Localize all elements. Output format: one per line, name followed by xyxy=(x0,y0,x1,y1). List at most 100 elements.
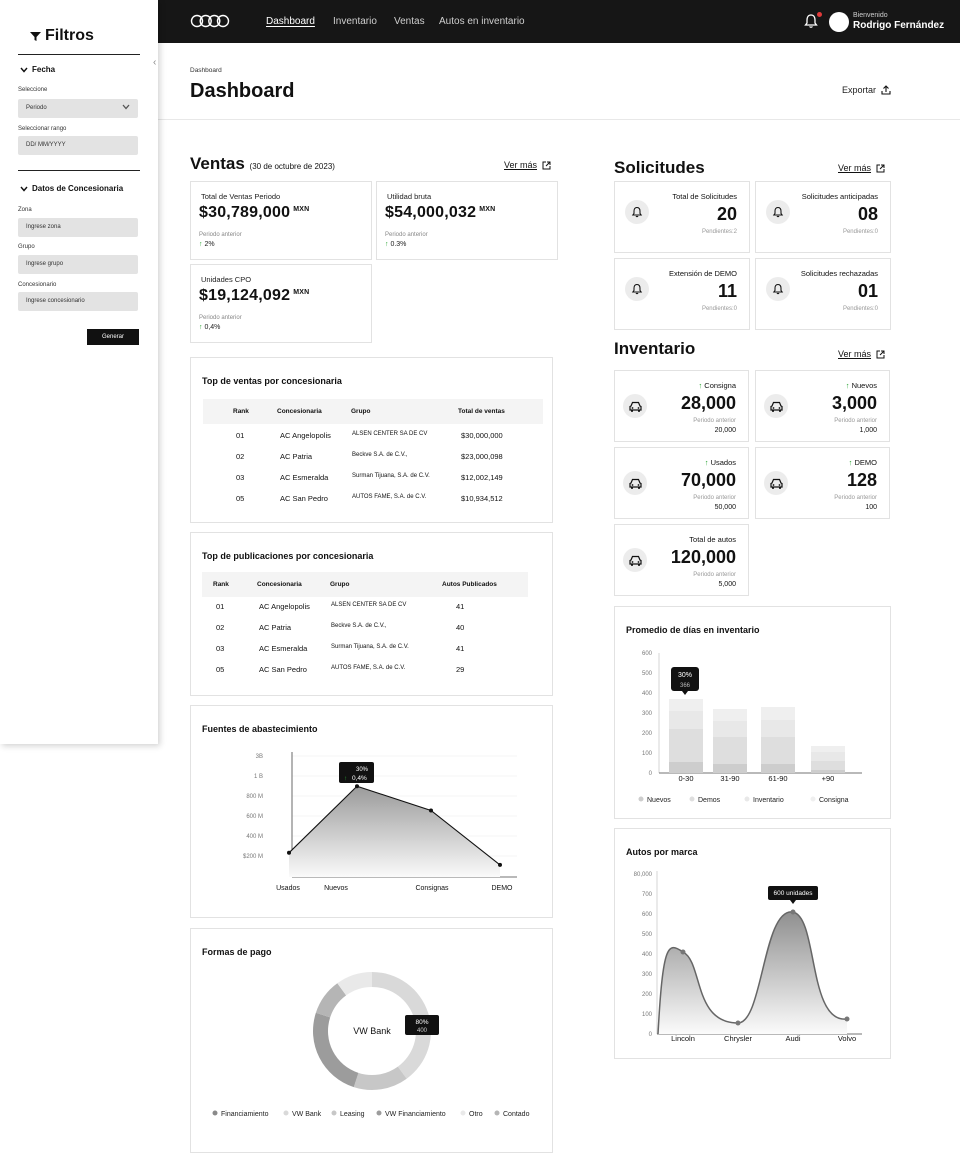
concesionario-input[interactable]: Ingrese concesionario xyxy=(18,292,138,311)
grupo-input[interactable]: Ingrese grupo xyxy=(18,255,138,274)
inventario-value: 3,000 xyxy=(831,393,877,413)
tooltip-value: 600 unidades xyxy=(773,890,813,897)
area-fill xyxy=(289,786,500,877)
solicitud-card[interactable]: Solicitudes anticipadas 08 Pendientes:0 xyxy=(755,181,891,253)
bar-segment[interactable] xyxy=(713,737,747,764)
nav-autos-inventario[interactable]: Autos en inventario xyxy=(439,16,525,27)
ventas-heading: Ventas (30 de octubre de 2023) xyxy=(190,154,335,174)
bar-segment[interactable] xyxy=(713,764,747,773)
table-cell: AUTOS FAME, S.A. de C.V. xyxy=(331,665,406,671)
kpi-card-ventas[interactable]: Total de Ventas Periodo $30,789,000 MXN P… xyxy=(190,181,372,260)
chart-tooltip: 600 unidades xyxy=(768,886,818,904)
legend-label[interactable]: Nuevos xyxy=(647,797,671,804)
solicitud-pending: Pendientes:0 xyxy=(701,306,737,312)
bar-segment[interactable] xyxy=(811,752,845,761)
inventario-card[interactable]: ↑ Nuevos 3,000 Periodo anterior 1,000 xyxy=(755,370,890,442)
user-name[interactable]: Rodrigo Fernández xyxy=(853,20,944,31)
kpi-card-utilidad[interactable]: Utilidad bruta $54,000,032 MXN Periodo an… xyxy=(376,181,558,260)
bar-segment[interactable] xyxy=(811,770,845,773)
legend-label[interactable]: Financiamiento xyxy=(221,1111,269,1118)
avatar[interactable] xyxy=(829,12,849,32)
legend-label[interactable]: Contado xyxy=(503,1111,530,1118)
chevron-down-icon xyxy=(20,67,28,73)
col-rank[interactable]: Rank xyxy=(213,581,229,588)
col-concesionaria[interactable]: Concesionaria xyxy=(277,408,322,415)
col-total-ventas[interactable]: Total de ventas xyxy=(458,408,505,415)
solicitud-card[interactable]: Total de Solicitudes 20 Pendientes:2 xyxy=(614,181,750,253)
kpi-value: $19,124,092 MXN xyxy=(199,287,310,304)
solicitudes-ver-mas-link[interactable]: Ver más xyxy=(838,163,885,173)
bar-segment[interactable] xyxy=(761,737,795,764)
periodo-select[interactable]: Periodo xyxy=(18,99,138,118)
ventas-ver-mas-link[interactable]: Ver más xyxy=(504,160,551,170)
bar-segment[interactable] xyxy=(713,709,747,721)
bar-segment[interactable] xyxy=(761,707,795,720)
inventario-card[interactable]: ↑ Usados 70,000 Periodo anterior 50,000 xyxy=(614,447,749,519)
brand-logo[interactable] xyxy=(190,14,230,28)
bar-segment[interactable] xyxy=(669,762,703,773)
legend-label[interactable]: Otro xyxy=(469,1111,483,1118)
solicitud-card[interactable]: Extensión de DEMO 11 Pendientes:0 xyxy=(614,258,750,330)
grupo-label: Grupo xyxy=(18,244,35,250)
date-range-placeholder: DD/ MM/YYYY xyxy=(26,142,66,148)
bar-segment[interactable] xyxy=(811,761,845,770)
inventario-value: 120,000 xyxy=(670,547,736,567)
x-tick-label: Usados xyxy=(276,885,300,892)
legend-label[interactable]: VW Financiamiento xyxy=(385,1111,446,1118)
data-point[interactable] xyxy=(355,784,359,789)
legend-label[interactable]: Demos xyxy=(698,797,721,804)
bar-segment[interactable] xyxy=(761,764,795,773)
collapse-chevron-icon[interactable]: ‹ xyxy=(153,57,156,68)
promedio-dias-chart: 01002003004005006000-30 31-90 61-90 +9030%3… xyxy=(638,651,862,804)
col-concesionaria[interactable]: Concesionaria xyxy=(257,581,302,588)
nav-dashboard[interactable]: Dashboard xyxy=(266,16,315,27)
nav-ventas[interactable]: Ventas xyxy=(394,16,425,27)
pie-slice[interactable] xyxy=(353,1066,407,1090)
inventario-card[interactable]: Total de autos 120,000 Periodo anterior 5,0… xyxy=(614,524,749,596)
legend-label[interactable]: Leasing xyxy=(340,1111,365,1118)
nav-inventario[interactable]: Inventario xyxy=(333,16,377,27)
fecha-section-toggle[interactable]: Fecha xyxy=(20,65,55,74)
generate-button[interactable]: Generar xyxy=(87,329,139,345)
bar-segment[interactable] xyxy=(811,746,845,752)
inventario-card[interactable]: ↑ DEMO 128 Periodo anterior 100 xyxy=(755,447,890,519)
solicitud-card[interactable]: Solicitudes rechazadas 01 Pendientes:0 xyxy=(755,258,891,330)
data-point[interactable] xyxy=(498,862,502,867)
zona-input[interactable]: Ingrese zona xyxy=(18,218,138,237)
concesionaria-section-toggle[interactable]: Datos de Concesionaria xyxy=(20,184,123,193)
inventario-label-text: DEMO xyxy=(854,458,878,467)
inventario-card[interactable]: ↑ Consigna 28,000 Periodo anterior 20,000 xyxy=(614,370,749,442)
bar-segment[interactable] xyxy=(713,721,747,737)
bar-segment[interactable] xyxy=(669,729,703,762)
bar-segment[interactable] xyxy=(669,711,703,729)
export-button[interactable]: Exportar xyxy=(842,85,891,95)
inventario-label-text: Nuevos xyxy=(851,381,877,390)
pie-slice[interactable] xyxy=(313,1012,359,1088)
area-fill xyxy=(658,911,847,1034)
legend-swatch xyxy=(744,796,750,802)
col-grupo[interactable]: Grupo xyxy=(330,581,350,588)
data-point[interactable] xyxy=(680,949,686,955)
table-cell: Beckve S.A. de C.V., xyxy=(331,623,387,629)
data-point[interactable] xyxy=(429,808,433,813)
col-grupo[interactable]: Grupo xyxy=(351,408,371,415)
date-range-input[interactable]: DD/ MM/YYYY xyxy=(18,136,138,155)
col-rank[interactable]: Rank xyxy=(233,408,249,415)
bar-segment[interactable] xyxy=(761,720,795,737)
data-point[interactable] xyxy=(790,909,796,915)
data-point[interactable] xyxy=(287,850,291,855)
data-point[interactable] xyxy=(844,1016,850,1022)
legend-label[interactable]: Inventario xyxy=(753,797,784,804)
bar-segment[interactable] xyxy=(669,699,703,711)
table-cell: AC Angelopolis xyxy=(259,602,310,611)
inventario-ver-mas-link[interactable]: Ver más xyxy=(838,349,885,359)
breadcrumb[interactable]: Dashboard xyxy=(190,67,222,74)
legend-label[interactable]: VW Bank xyxy=(292,1111,322,1118)
col-autos-publicados[interactable]: Autos Publicados xyxy=(442,581,497,588)
legend-label[interactable]: Consigna xyxy=(819,797,849,804)
inventario-value: 70,000 xyxy=(680,470,736,490)
kpi-card-cpo[interactable]: Unidades CPO $19,124,092 MXN Periodo ante… xyxy=(190,264,372,343)
data-point[interactable] xyxy=(735,1020,741,1026)
solicitud-value: 01 xyxy=(857,281,878,301)
table-cell: AUTOS FAME, S.A. de C.V. xyxy=(352,494,427,500)
